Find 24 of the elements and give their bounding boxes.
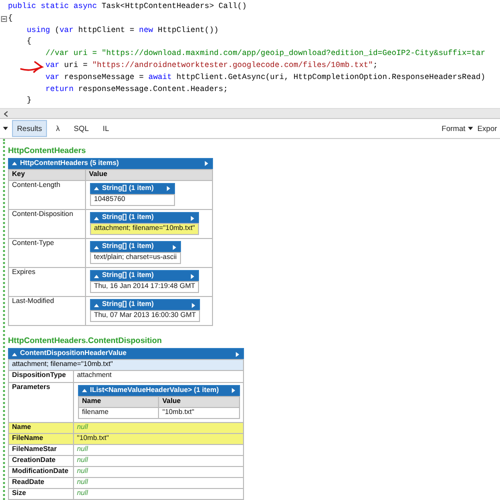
result-title: HttpContentHeaders bbox=[8, 146, 87, 155]
expand-icon bbox=[190, 216, 195, 221]
collapse-icon bbox=[82, 388, 87, 394]
scroll-left-icon[interactable] bbox=[4, 110, 8, 117]
arrow-drawing bbox=[20, 61, 44, 73]
collapse-icon bbox=[12, 352, 17, 357]
collapse-icon bbox=[94, 302, 99, 308]
collapse-icon[interactable] bbox=[0, 16, 6, 22]
collapse-icon bbox=[3, 126, 8, 132]
result-title: HttpContentHeaders.ContentDisposition bbox=[8, 336, 163, 346]
expand-icon bbox=[230, 388, 236, 394]
horizontal-scrollbar[interactable] bbox=[0, 108, 500, 120]
expand-icon bbox=[234, 352, 240, 357]
expand-icon bbox=[190, 302, 196, 308]
expand-icon bbox=[172, 244, 177, 250]
collapse-icon bbox=[94, 186, 99, 192]
collapse-icon bbox=[12, 161, 17, 166]
expand-icon bbox=[204, 161, 209, 166]
caret-icon bbox=[468, 126, 474, 132]
collapse-icon bbox=[94, 216, 99, 221]
expand-icon bbox=[190, 274, 196, 279]
collapse-icon bbox=[94, 274, 99, 279]
collapse-icon bbox=[94, 244, 99, 250]
expand-icon bbox=[166, 186, 171, 192]
